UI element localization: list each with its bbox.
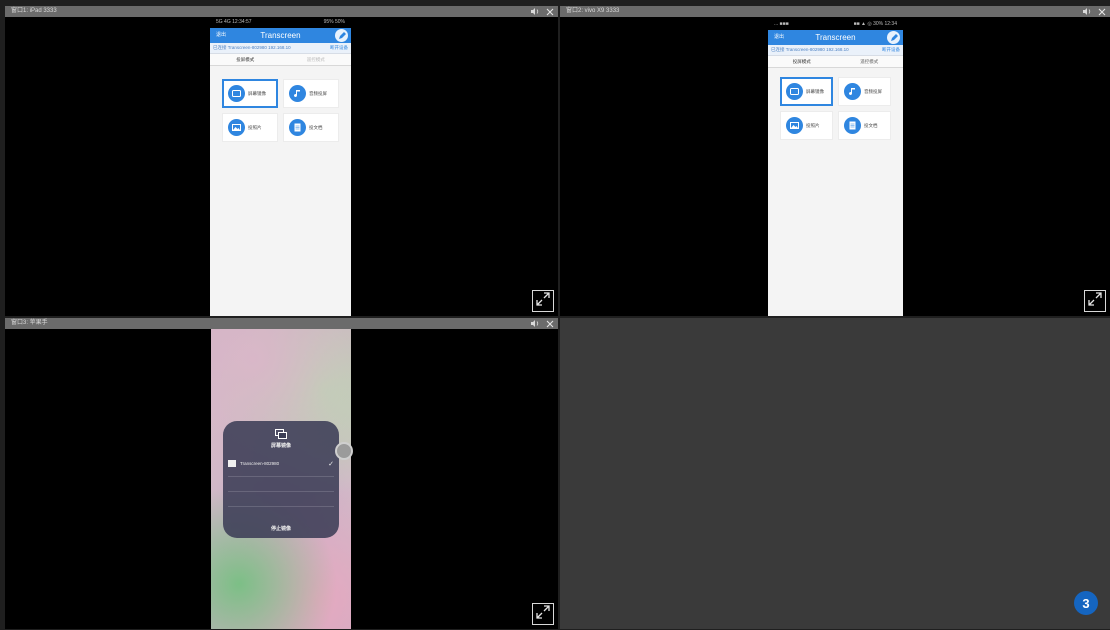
phone-screen: ... ■■■ ■■ ▲ ◎ 30% 12:34 退出 Transcreen 已… <box>768 19 903 316</box>
disconnect-link[interactable]: 断开设备 <box>328 43 348 53</box>
close-icon[interactable] <box>546 8 554 16</box>
expand-icon <box>535 604 551 625</box>
speaker-icon[interactable] <box>1083 8 1092 15</box>
status-right: ■■ ▲ ◎ 30% 12:34 <box>853 21 897 27</box>
screen-mirror-tile[interactable]: 屏幕镜像 <box>222 79 278 108</box>
screen-icon <box>786 83 803 100</box>
mode-tabs: 投屏模式 遥控模式 <box>210 54 351 66</box>
expand-icon <box>535 291 551 312</box>
empty-window-slot[interactable]: 3 <box>560 318 1110 629</box>
stop-mirroring-button[interactable]: 停止镜像 <box>223 525 339 532</box>
ios-screen: 屏幕镜像 Transcreen-802980 ✓ 停止镜像 <box>211 329 353 629</box>
disconnect-link[interactable]: 断开设备 <box>880 45 900 55</box>
close-icon[interactable] <box>546 320 554 328</box>
app-header: 退出 Transcreen <box>768 30 903 45</box>
photo-icon <box>228 119 245 136</box>
app-header: 退出 Transcreen <box>210 28 351 43</box>
panel-title: 屏幕镜像 <box>270 443 291 449</box>
list-divider <box>228 476 334 490</box>
phone-screen: 5G 4G 12:34:57 95% 50% 退出 Transcreen 已连接… <box>210 17 351 316</box>
window-title-bar[interactable]: 窗口3: 苹果手 <box>5 318 558 329</box>
expand-button[interactable] <box>532 603 554 625</box>
audio-cast-tile[interactable]: 音频投屏 <box>838 77 891 106</box>
phone-status-bar: 5G 4G 12:34:57 95% 50% <box>210 17 351 28</box>
connection-status: 已连接 Transcreen-802980 192.168.10 <box>213 45 291 50</box>
screen-mirror-tile[interactable]: 屏幕镜像 <box>780 77 833 106</box>
status-left: 5G 4G 12:34:57 <box>216 19 252 25</box>
window-content: 屏幕镜像 Transcreen-802980 ✓ 停止镜像 <box>5 329 558 629</box>
tab-cast-mode[interactable]: 投屏模式 <box>768 56 836 67</box>
device-name: Transcreen-802980 <box>240 461 280 466</box>
status-left: ... ■■■ <box>774 21 789 27</box>
expand-button[interactable] <box>1084 290 1106 312</box>
speaker-icon[interactable] <box>531 320 540 327</box>
app-title: Transcreen <box>260 31 301 40</box>
list-divider <box>228 506 334 520</box>
mirror-window-2[interactable]: 窗口2: vivo X9 3333 ... ■■■ ■■ ▲ ◎ 30% 12:… <box>560 6 1110 316</box>
music-icon <box>844 83 861 100</box>
photo-cast-tile[interactable]: 投照片 <box>222 113 278 142</box>
photo-icon <box>786 117 803 134</box>
music-icon <box>289 85 306 102</box>
window-title-bar[interactable]: 窗口2: vivo X9 3333 <box>560 6 1110 17</box>
connection-banner: 已连接 Transcreen-802980 192.168.10 断开设备 <box>210 43 351 54</box>
tile-label: 屏幕镜像 <box>248 90 266 96</box>
close-icon[interactable] <box>1098 8 1106 16</box>
doc-icon <box>844 117 861 134</box>
doc-cast-tile[interactable]: 投文档 <box>838 111 891 140</box>
device-option[interactable]: Transcreen-802980 ✓ <box>228 457 334 470</box>
list-divider <box>228 491 334 505</box>
feature-grid: 屏幕镜像 音频投屏 投照片 投文档 <box>780 77 891 140</box>
mode-tabs: 投屏模式 遥控模式 <box>768 56 903 68</box>
tv-icon <box>228 460 236 467</box>
window-title-bar[interactable]: 窗口1: iPad 3333 <box>5 6 558 17</box>
window-title: 窗口3: 苹果手 <box>11 320 48 326</box>
speaker-icon[interactable] <box>531 8 540 15</box>
connection-status: 已连接 Transcreen-802980 192.168.10 <box>771 47 849 52</box>
screen-icon <box>228 85 245 102</box>
pen-icon[interactable] <box>335 29 348 42</box>
doc-icon <box>289 119 306 136</box>
checkmark-icon: ✓ <box>328 460 334 468</box>
tab-remote-mode[interactable]: 遥控模式 <box>281 54 352 65</box>
tile-label: 投文档 <box>864 122 878 128</box>
tile-label: 投照片 <box>248 124 262 130</box>
tab-cast-mode[interactable]: 投屏模式 <box>210 54 281 65</box>
tile-label: 音频投屏 <box>309 90 327 96</box>
mirror-window-1[interactable]: 窗口1: iPad 3333 5G 4G 12:34:57 95% 50% 退出… <box>5 6 558 316</box>
doc-cast-tile[interactable]: 投文档 <box>283 113 339 142</box>
photo-cast-tile[interactable]: 投照片 <box>780 111 833 140</box>
connection-banner: 已连接 Transcreen-802980 192.168.10 断开设备 <box>768 45 903 56</box>
app-title: Transcreen <box>815 33 856 42</box>
expand-button[interactable] <box>532 290 554 312</box>
expand-icon <box>1087 291 1103 312</box>
assistive-touch-button[interactable] <box>335 442 353 460</box>
mirror-window-3[interactable]: 窗口3: 苹果手 屏幕镜像 Transcreen-802980 ✓ 停止镜像 <box>5 318 558 629</box>
audio-cast-tile[interactable]: 音频投屏 <box>283 79 339 108</box>
tile-label: 投文档 <box>309 124 323 130</box>
tile-label: 投照片 <box>806 122 820 128</box>
phone-status-bar: ... ■■■ ■■ ▲ ◎ 30% 12:34 <box>768 19 903 30</box>
window-title: 窗口1: iPad 3333 <box>11 8 57 14</box>
screen-mirroring-icon <box>223 429 339 439</box>
tab-remote-mode[interactable]: 遥控模式 <box>836 56 904 67</box>
status-right: 95% 50% <box>323 19 345 25</box>
window-content: ... ■■■ ■■ ▲ ◎ 30% 12:34 退出 Transcreen 已… <box>560 17 1110 316</box>
count-badge[interactable]: 3 <box>1074 591 1098 615</box>
feature-grid: 屏幕镜像 音频投屏 投照片 投文档 <box>222 79 339 142</box>
tile-label: 音频投屏 <box>864 88 882 94</box>
pen-icon[interactable] <box>887 31 900 44</box>
tile-label: 屏幕镜像 <box>806 88 824 94</box>
window-content: 5G 4G 12:34:57 95% 50% 退出 Transcreen 已连接… <box>5 17 558 316</box>
screen-mirroring-panel: 屏幕镜像 Transcreen-802980 ✓ 停止镜像 <box>223 421 339 538</box>
window-title: 窗口2: vivo X9 3333 <box>566 8 620 14</box>
